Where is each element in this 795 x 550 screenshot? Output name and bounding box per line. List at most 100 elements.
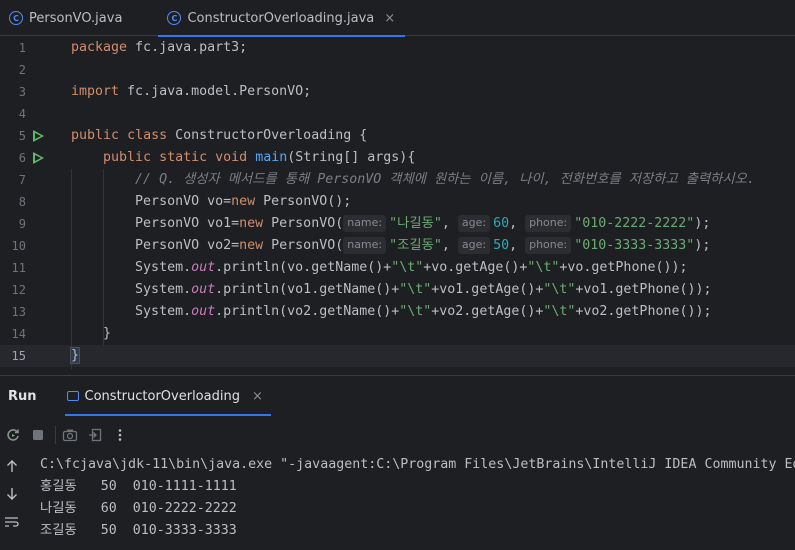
code-text: System. [135,304,192,319]
console-output[interactable]: C:\fcjava\jdk-11\bin\java.exe "-javaagen… [40,454,795,542]
console-line: 조길동 50 010-3333-3333 [40,523,237,538]
line-number: 12 [11,283,26,297]
code-text: .println(vo.getName()+ [215,260,392,275]
code-editor[interactable]: 1 2 3 4 5 6 7 8 9 10 11 12 13 14 15 pack… [0,37,795,375]
code-text: PersonVO vo2= [135,238,240,253]
close-icon[interactable]: × [384,11,395,26]
tab-constructoroverloading[interactable]: C ConstructorOverloading.java × [158,0,405,37]
soft-wrap-icon[interactable] [1,510,23,534]
line-number: 13 [11,305,26,319]
arrow-down-icon[interactable] [1,482,23,506]
line-number: 10 [11,239,26,253]
param-hint: age: [457,215,491,232]
exit-icon[interactable] [84,424,106,446]
string-literal: "\t" [391,260,424,275]
code-text: System. [135,260,192,275]
string-literal: "010-3333-3333" [574,238,695,253]
param-hint: phone: [525,237,572,254]
static-field: out [191,304,216,319]
line-number: 5 [18,129,26,143]
editor-tab-bar: C PersonVO.java C ConstructorOverloading… [0,0,795,37]
code-text: PersonVO( [263,216,344,231]
run-main-icon[interactable] [33,152,44,164]
line-number: 3 [18,85,26,99]
stop-icon[interactable] [27,424,49,446]
param-hint: name: [343,237,387,254]
code-text: +vo.getPhone()); [559,260,688,275]
keyword: public [71,128,120,143]
close-icon[interactable]: × [252,389,263,404]
line-number: 4 [18,107,26,121]
number-literal: 50 [493,238,510,253]
keyword: new [239,216,264,231]
code-text: +vo.getAge()+ [423,260,528,275]
line-number: 15 [11,349,26,363]
console-line: 나길동 60 010-2222-2222 [40,501,237,516]
arrow-up-icon[interactable] [1,454,23,478]
code-text: , [441,216,458,231]
code-text: PersonVO(); [255,194,352,209]
run-class-icon[interactable] [33,130,44,142]
code-text: fc.java.model.PersonVO; [119,84,312,99]
code-text: System. [135,282,192,297]
brace: } [69,347,81,364]
console-line: 홍길동 50 010-1111-1111 [40,479,237,494]
console-side-toolbar [0,454,24,538]
param-hint: phone: [525,215,572,232]
class-name: ConstructorOverloading [167,128,360,143]
line-number: 11 [11,261,26,275]
string-literal: "\t" [399,282,432,297]
code-text: .println(vo1.getName()+ [215,282,400,297]
run-tool-window: Run ConstructorOverloading × C:\fcjava\j… [0,375,795,550]
keyword: package [71,40,128,55]
code-line: // Q. 생성자 메서드를 통해 PersonVO 객체에 원하는 이름, 나… [71,169,795,191]
brace: } [103,326,112,341]
string-literal: "010-2222-2222" [574,216,695,231]
code-text: PersonVO vo= [135,194,232,209]
camera-icon[interactable] [59,424,81,446]
code-text: .println(vo2.getName()+ [215,304,400,319]
more-icon[interactable] [109,424,131,446]
run-configuration-tab[interactable]: ConstructorOverloading × [64,376,272,416]
line-number: 7 [18,173,26,187]
line-gutter: 1 2 3 4 5 6 7 8 9 10 11 12 13 14 15 [0,37,56,375]
code-line: PersonVO vo=new PersonVO(); [71,191,795,213]
toolbar-divider [55,426,56,444]
line-number: 1 [18,41,26,55]
keyword: class [127,128,168,143]
code-text: ); [694,238,711,253]
code-text: ); [694,216,711,231]
code-line: package fc.java.part3; [71,37,795,59]
code-line: } [69,345,795,367]
code-text: (String[] args){ [287,150,416,165]
keyword: new [231,194,256,209]
code-line: PersonVO vo1=new PersonVO(name: "나길동", ag… [71,213,795,235]
keyword: static [159,150,208,165]
string-literal: "\t" [543,304,576,319]
run-toolbar [0,416,795,454]
rerun-icon[interactable] [2,424,24,446]
line-number: 8 [18,195,26,209]
code-line: public static void main(String[] args){ [71,147,795,169]
code-text: , [509,216,526,231]
line-number: 14 [11,327,26,341]
keyword: void [215,150,248,165]
code-text: +vo2.getAge()+ [431,304,544,319]
code-line: System.out.println(vo1.getName()+"\t"+vo… [71,279,795,301]
comment: // Q. 생성자 메서드를 통해 PersonVO 객체에 원하는 이름, 나… [135,172,755,187]
console-icon [66,391,79,401]
code-area[interactable]: package fc.java.part3; import fc.java.mo… [69,37,795,375]
tab-personvo[interactable]: C PersonVO.java [0,0,132,36]
code-line: System.out.println(vo.getName()+"\t"+vo.… [71,257,795,279]
console-line: C:\fcjava\jdk-11\bin\java.exe "-javaagen… [40,457,795,472]
code-line: public class ConstructorOverloading { [71,125,795,147]
line-number: 9 [18,217,26,231]
code-text: +vo1.getPhone()); [575,282,712,297]
code-line: } [71,323,795,345]
line-number: 6 [18,151,26,165]
code-text: PersonVO( [263,238,344,253]
method-name: main [255,150,288,165]
tab-label: ConstructorOverloading.java [187,10,375,26]
